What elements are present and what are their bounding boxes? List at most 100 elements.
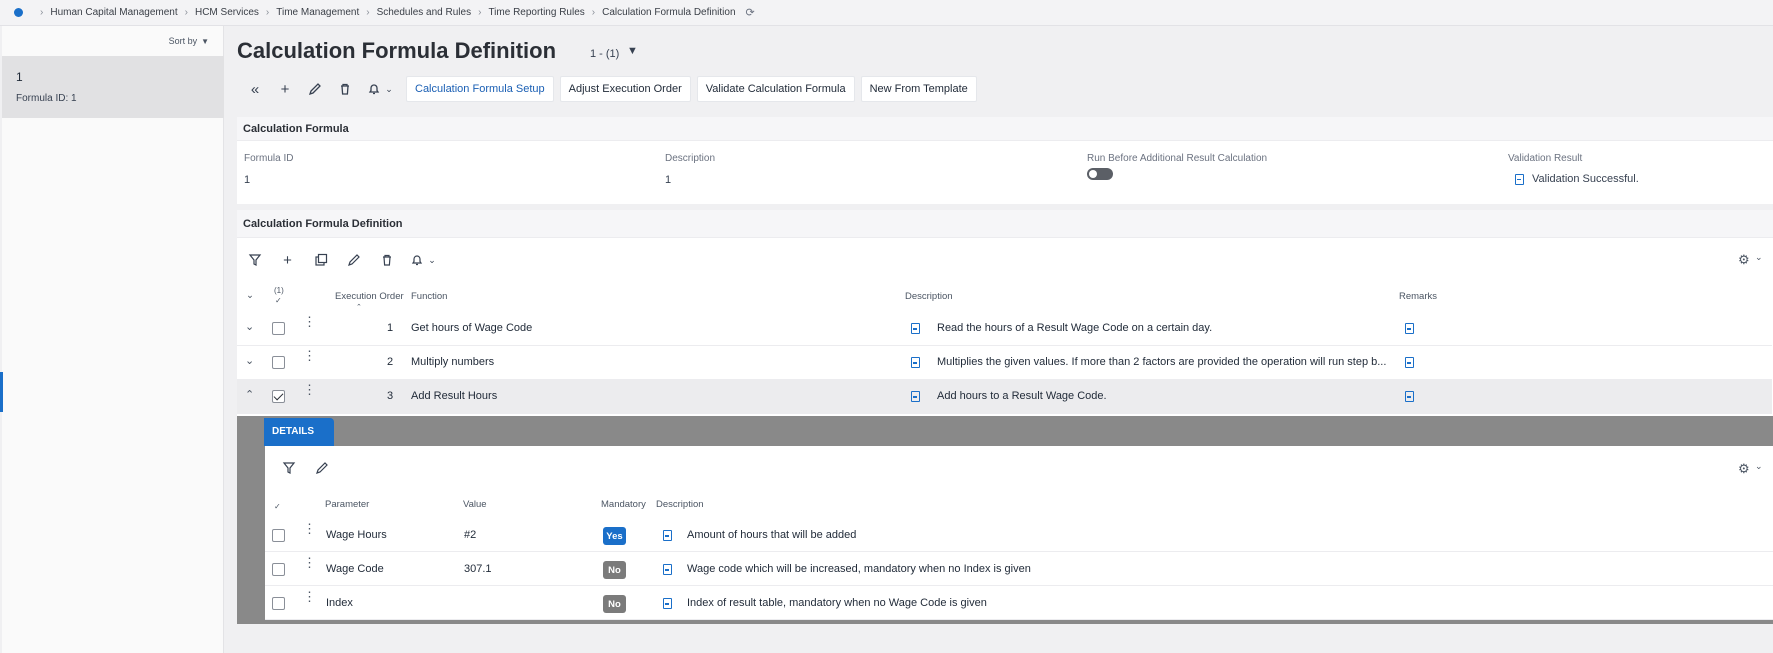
row-checkbox[interactable]: [272, 563, 285, 576]
sort-by-button[interactable]: Sort by ▼: [169, 36, 209, 46]
column-header-description[interactable]: Description: [905, 291, 953, 302]
execution-order-cell: 1: [387, 322, 394, 334]
breadcrumb-item[interactable]: Schedules and Rules: [377, 7, 472, 18]
edit-icon[interactable]: [305, 456, 338, 480]
add-icon[interactable]: +: [270, 76, 300, 102]
column-header-description[interactable]: Description: [656, 499, 704, 510]
filter-icon[interactable]: [272, 456, 305, 480]
chevron-right-icon: ›: [478, 7, 482, 18]
document-icon[interactable]: [911, 391, 920, 402]
remarks-icon[interactable]: [1405, 357, 1414, 368]
row-checkbox[interactable]: [272, 597, 285, 610]
remarks-icon[interactable]: [1405, 323, 1414, 334]
document-icon[interactable]: [911, 323, 920, 334]
expand-row-icon[interactable]: ⌄: [245, 320, 254, 333]
record-list-item[interactable]: 1 Formula ID: 1: [2, 56, 224, 118]
document-icon: [1515, 173, 1524, 185]
document-icon[interactable]: [911, 357, 920, 368]
column-header-remarks[interactable]: Remarks: [1399, 291, 1437, 302]
notification-bell-icon[interactable]: ⌄: [360, 76, 400, 102]
adjust-execution-order-button[interactable]: Adjust Execution Order: [559, 76, 691, 102]
duplicate-icon[interactable]: [304, 248, 337, 272]
notification-bell-icon[interactable]: ⌄: [403, 248, 443, 272]
run-before-label: Run Before Additional Result Calculation: [1087, 153, 1268, 164]
row-menu-icon[interactable]: ⋮: [303, 315, 316, 328]
mandatory-badge: No: [603, 595, 626, 613]
delete-icon[interactable]: [370, 248, 403, 272]
grid-toolbar: + ⌄: [238, 248, 443, 272]
expand-row-icon[interactable]: ⌄: [245, 354, 254, 367]
details-tab-bar: [237, 416, 1773, 446]
refresh-icon[interactable]: ⟳: [746, 6, 755, 19]
validation-result: Validation Successful.: [1515, 173, 1639, 185]
delete-icon[interactable]: [330, 76, 360, 102]
calculation-formula-panel: Calculation Formula Formula ID 1 Descrip…: [237, 117, 1773, 204]
panel-resize-handle[interactable]: [0, 372, 3, 412]
description-value: 1: [665, 174, 672, 186]
expand-all-icon[interactable]: ⌄: [246, 290, 254, 301]
edit-icon[interactable]: [337, 248, 370, 272]
parameter-row[interactable]: ⋮ Index No Index of result table, mandat…: [265, 586, 1773, 620]
select-all-checkmark-icon[interactable]: ✓: [275, 296, 282, 305]
description-cell: Index of result table, mandatory when no…: [687, 597, 987, 609]
description-cell: Multiplies the given values. If more tha…: [937, 356, 1387, 368]
column-header-parameter[interactable]: Parameter: [325, 499, 369, 510]
row-checkbox[interactable]: [272, 356, 285, 369]
parameter-row[interactable]: ⋮ Wage Code 307.1 No Wage code which wil…: [265, 552, 1773, 586]
row-menu-icon[interactable]: ⋮: [303, 522, 316, 535]
document-icon[interactable]: [663, 530, 672, 541]
new-from-template-button[interactable]: New From Template: [860, 76, 977, 102]
formula-id-value: 1: [244, 174, 251, 186]
column-header-execution-order[interactable]: Execution Order: [335, 291, 404, 302]
row-checkbox[interactable]: [272, 322, 285, 335]
table-row-selected[interactable]: ⌃ ⋮ 3 Add Result Hours Add hours to a Re…: [237, 380, 1772, 414]
column-header-function[interactable]: Function: [411, 291, 447, 302]
calculation-formula-setup-button[interactable]: Calculation Formula Setup: [406, 76, 554, 102]
run-before-toggle[interactable]: [1087, 168, 1113, 180]
description-label: Description: [665, 153, 716, 164]
table-row[interactable]: ⌄ ⋮ 1 Get hours of Wage Code Read the ho…: [237, 312, 1772, 346]
parameter-row[interactable]: ⋮ Wage Hours #2 Yes Amount of hours that…: [265, 518, 1773, 552]
record-id: 1: [16, 70, 23, 84]
home-icon[interactable]: [14, 8, 23, 17]
function-cell: Get hours of Wage Code: [411, 322, 533, 334]
row-checkbox[interactable]: [272, 390, 285, 403]
parameter-cell: Wage Hours: [326, 529, 387, 541]
sort-ascending-icon: ⌃: [356, 304, 362, 311]
description-cell: Add hours to a Result Wage Code.: [937, 390, 1107, 402]
select-all-checkmark-icon[interactable]: ✓: [274, 502, 281, 511]
chevron-down-icon[interactable]: ⌄: [1755, 461, 1763, 472]
chevron-down-icon[interactable]: ⌄: [1755, 252, 1763, 263]
breadcrumb-item[interactable]: Time Reporting Rules: [488, 7, 584, 18]
edit-icon[interactable]: [300, 76, 330, 102]
validate-calculation-formula-button[interactable]: Validate Calculation Formula: [696, 76, 855, 102]
column-header-mandatory[interactable]: Mandatory: [601, 499, 646, 510]
document-icon[interactable]: [663, 598, 672, 609]
panel-title: Calculation Formula Definition: [237, 210, 1773, 238]
mandatory-badge: Yes: [603, 527, 626, 545]
row-menu-icon[interactable]: ⋮: [303, 590, 316, 603]
add-icon[interactable]: +: [271, 248, 304, 272]
sort-by-label: Sort by: [168, 36, 198, 46]
description-cell: Wage code which will be increased, manda…: [687, 563, 1031, 575]
settings-gear-icon[interactable]: ⚙: [1738, 252, 1750, 268]
breadcrumb-item[interactable]: Human Capital Management: [50, 7, 177, 18]
row-checkbox[interactable]: [272, 529, 285, 542]
remarks-icon[interactable]: [1405, 391, 1414, 402]
collapse-row-icon[interactable]: ⌃: [245, 388, 254, 401]
row-menu-icon[interactable]: ⋮: [303, 349, 316, 362]
row-menu-icon[interactable]: ⋮: [303, 556, 316, 569]
tab-details[interactable]: DETAILS: [264, 418, 334, 446]
row-menu-icon[interactable]: ⋮: [303, 383, 316, 396]
settings-gear-icon[interactable]: ⚙: [1738, 461, 1750, 477]
table-row[interactable]: ⌄ ⋮ 2 Multiply numbers Multiplies the gi…: [237, 346, 1772, 380]
breadcrumb-item[interactable]: HCM Services: [195, 7, 259, 18]
filter-icon[interactable]: [238, 248, 271, 272]
column-header-value[interactable]: Value: [463, 499, 487, 510]
breadcrumb-item[interactable]: Time Management: [276, 7, 359, 18]
caret-down-icon[interactable]: ▼: [627, 45, 638, 57]
chevron-right-icon: ›: [591, 7, 596, 18]
document-icon[interactable]: [663, 564, 672, 575]
collapse-panel-icon[interactable]: «: [240, 76, 270, 102]
record-subtitle: Formula ID: 1: [16, 93, 77, 104]
